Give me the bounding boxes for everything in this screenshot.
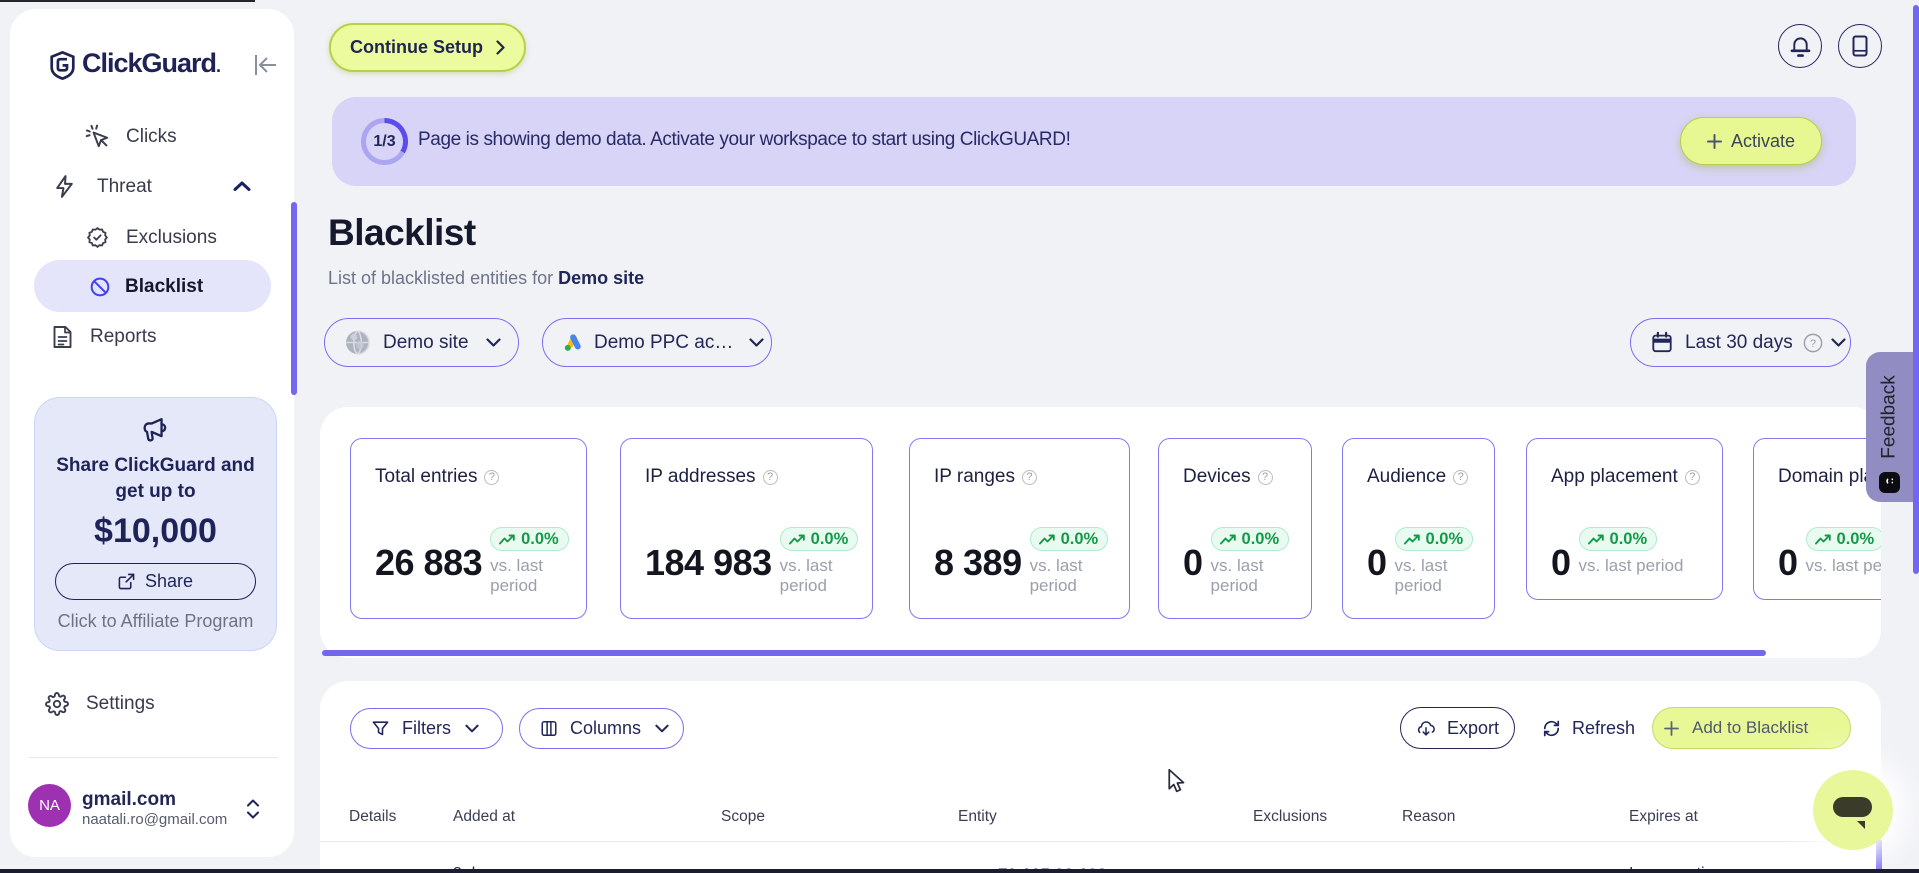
svg-text:?: ? xyxy=(1810,338,1816,350)
